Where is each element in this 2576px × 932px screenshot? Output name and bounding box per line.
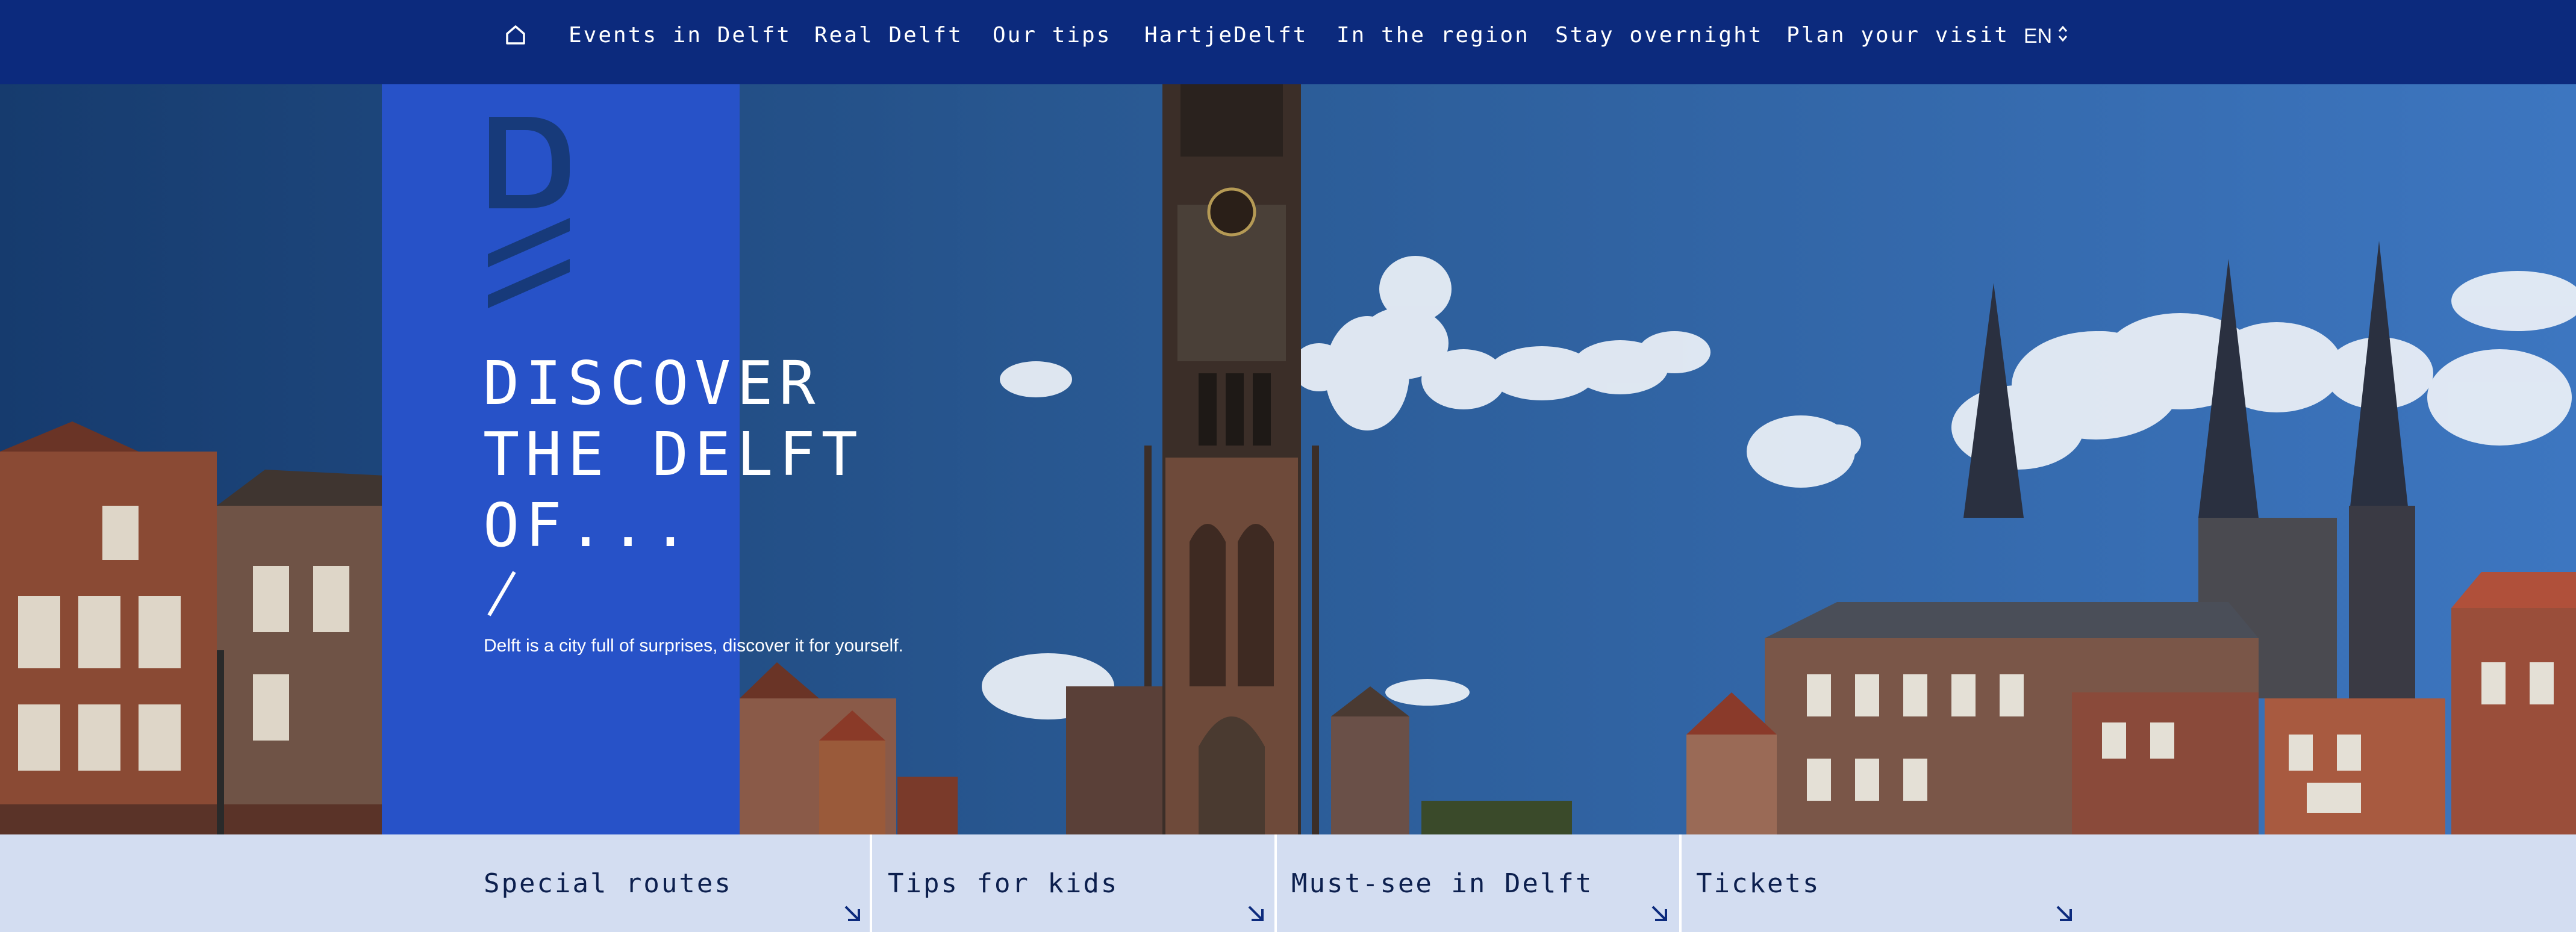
arrow-down-right-icon: [2055, 904, 2074, 926]
nav-item-plan-your-visit[interactable]: Plan your visit: [1786, 23, 2009, 48]
hero-subtitle: Delft is a city full of surprises, disco…: [484, 636, 903, 656]
nav-item-stay-overnight[interactable]: Stay overnight: [1555, 23, 1763, 48]
card-title: Must-see in Delft: [1291, 868, 1594, 899]
card-title: Special routes: [484, 868, 732, 899]
arrow-down-right-icon: [1650, 904, 1670, 926]
card-tickets[interactable]: Tickets: [1682, 834, 2576, 932]
card-title: Tickets: [1696, 868, 1821, 899]
card-title: Tips for kids: [888, 868, 1119, 899]
language-label: EN: [2024, 25, 2053, 48]
nav-item-events[interactable]: Events in Delft: [569, 23, 791, 48]
nav-item-in-the-region[interactable]: In the region: [1336, 23, 1530, 48]
nav-item-hartjedelft[interactable]: HartjeDelft: [1144, 23, 1308, 48]
nav-item-our-tips[interactable]: Our tips: [993, 23, 1111, 48]
delft-logo[interactable]: [484, 112, 575, 314]
arrow-down-right-icon: [1247, 904, 1266, 926]
card-tips-for-kids[interactable]: Tips for kids: [872, 834, 1274, 932]
arrow-down-right-icon: [843, 904, 862, 926]
quick-links: Special routes Tips for kids Must-see in…: [0, 834, 2576, 932]
card-special-routes[interactable]: Special routes: [0, 834, 870, 932]
slash-icon: [484, 570, 520, 620]
home-icon[interactable]: [504, 23, 528, 47]
card-must-see[interactable]: Must-see in Delft: [1277, 834, 1679, 932]
nav-item-real-delft[interactable]: Real Delft: [814, 23, 963, 48]
top-navigation: Events in Delft Real Delft Our tips Hart…: [0, 0, 2576, 84]
chevron-updown-icon: [2052, 23, 2069, 50]
hero-headline: DISCOVER THE DELFT OF...: [483, 348, 864, 561]
language-selector[interactable]: EN: [2024, 23, 2069, 50]
